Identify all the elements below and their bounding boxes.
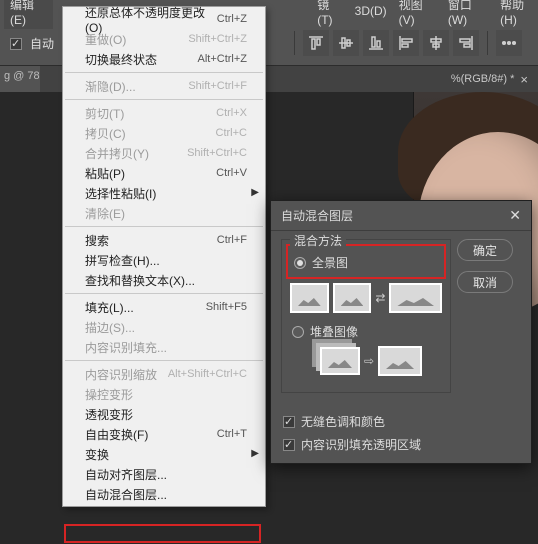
auto-label: 自动 — [30, 35, 54, 52]
legend-label: 混合方法 — [290, 232, 346, 249]
menu-window[interactable]: 窗口(W) — [448, 0, 488, 27]
ok-button[interactable]: 确定 — [457, 239, 513, 261]
align-right-icon[interactable] — [453, 30, 479, 56]
menu-item: 渐隐(D)...Shift+Ctrl+F — [63, 76, 265, 96]
auto-checkbox[interactable] — [10, 38, 22, 50]
dialog-title: 自动混合图层 — [281, 207, 353, 224]
check-caf[interactable] — [283, 439, 295, 451]
align-bottom-icon[interactable] — [363, 30, 389, 56]
menu-item: 清除(E) — [63, 203, 265, 223]
check-seamless-label: 无缝色调和颜色 — [301, 413, 385, 430]
menu-item: 内容识别填充... — [63, 337, 265, 357]
menu-item[interactable]: 自动对齐图层... — [63, 464, 265, 484]
menu-item[interactable]: 选择性粘贴(I)▶ — [63, 183, 265, 203]
menu-item[interactable]: 拼写检查(H)... — [63, 250, 265, 270]
menu-item[interactable]: 填充(L)...Shift+F5 — [63, 297, 265, 317]
menu-item: 剪切(T)Ctrl+X — [63, 103, 265, 123]
menu-item[interactable]: 变换▶ — [63, 444, 265, 464]
stack-thumbs: ⇨ — [290, 346, 442, 376]
thumb-icon — [333, 283, 372, 313]
tool-options — [290, 24, 538, 62]
highlight-annotation-2: 全景图 — [286, 244, 446, 279]
menu-item[interactable]: 透视变形 — [63, 404, 265, 424]
menu-item[interactable]: 查找和替换文本(X)... — [63, 270, 265, 290]
thumb-stack-icon — [320, 347, 360, 375]
thumb-icon — [389, 283, 442, 313]
menu-item[interactable]: 自由变换(F)Ctrl+T — [63, 424, 265, 444]
menu-item: 内容识别缩放Alt+Shift+Ctrl+C — [63, 364, 265, 384]
thumb-icon — [290, 283, 329, 313]
menu-help[interactable]: 帮助(H) — [500, 0, 538, 27]
thumb-icon — [378, 346, 422, 376]
menu-filter[interactable]: 镜(T) — [317, 0, 342, 27]
check-caf-label: 内容识别填充透明区域 — [301, 436, 421, 453]
menu-view[interactable]: 视图(V) — [399, 0, 436, 27]
panorama-thumbs: ⇄ — [290, 283, 442, 313]
auto-blend-dialog: 自动混合图层 ✕ 混合方法 全景图 ⇄ 堆叠图像 — [270, 200, 532, 464]
radio-panorama[interactable] — [294, 257, 306, 269]
chevron-right-icon: ▶ — [251, 448, 259, 459]
menu-item[interactable]: 自动混合图层... — [63, 484, 265, 504]
menu-item[interactable]: 还原总体不透明度更改(O)Ctrl+Z — [63, 9, 265, 29]
edit-menu: 还原总体不透明度更改(O)Ctrl+Z重做(O)Shift+Ctrl+Z切换最终… — [62, 6, 266, 507]
menu-item[interactable]: 切换最终状态Alt+Ctrl+Z — [63, 49, 265, 69]
menu-item: 重做(O)Shift+Ctrl+Z — [63, 29, 265, 49]
chevron-right-icon: ▶ — [251, 187, 259, 198]
menu-item: 操控变形 — [63, 384, 265, 404]
align-vcenter-icon[interactable] — [333, 30, 359, 56]
align-top-icon[interactable] — [303, 30, 329, 56]
arrow-icon: ⇄ — [375, 291, 385, 305]
radio-panorama-label: 全景图 — [312, 254, 348, 271]
radio-stack-label: 堆叠图像 — [310, 323, 358, 340]
menu-item[interactable]: 粘贴(P)Ctrl+V — [63, 163, 265, 183]
blend-method-group: 混合方法 全景图 ⇄ 堆叠图像 ⇨ — [281, 239, 451, 393]
menu-item: 拷贝(C)Ctrl+C — [63, 123, 265, 143]
menu-item: 描边(S)... — [63, 317, 265, 337]
align-left-icon[interactable] — [393, 30, 419, 56]
radio-stack[interactable] — [292, 326, 304, 338]
check-seamless[interactable] — [283, 416, 295, 428]
document-tab[interactable]: %(RGB/8#) * — [451, 73, 515, 85]
cancel-button[interactable]: 取消 — [457, 271, 513, 293]
menu-item[interactable]: 搜索Ctrl+F — [63, 230, 265, 250]
close-tab-icon[interactable]: × — [520, 72, 528, 87]
align-hcenter-icon[interactable] — [423, 30, 449, 56]
arrow-icon: ⇨ — [364, 354, 374, 368]
more-icon[interactable] — [496, 30, 522, 56]
menu-edit[interactable]: 编辑(E) — [4, 0, 53, 29]
menu-item: 合并拷贝(Y)Shift+Ctrl+C — [63, 143, 265, 163]
menu-3d[interactable]: 3D(D) — [355, 4, 387, 18]
close-icon[interactable]: ✕ — [509, 207, 521, 224]
